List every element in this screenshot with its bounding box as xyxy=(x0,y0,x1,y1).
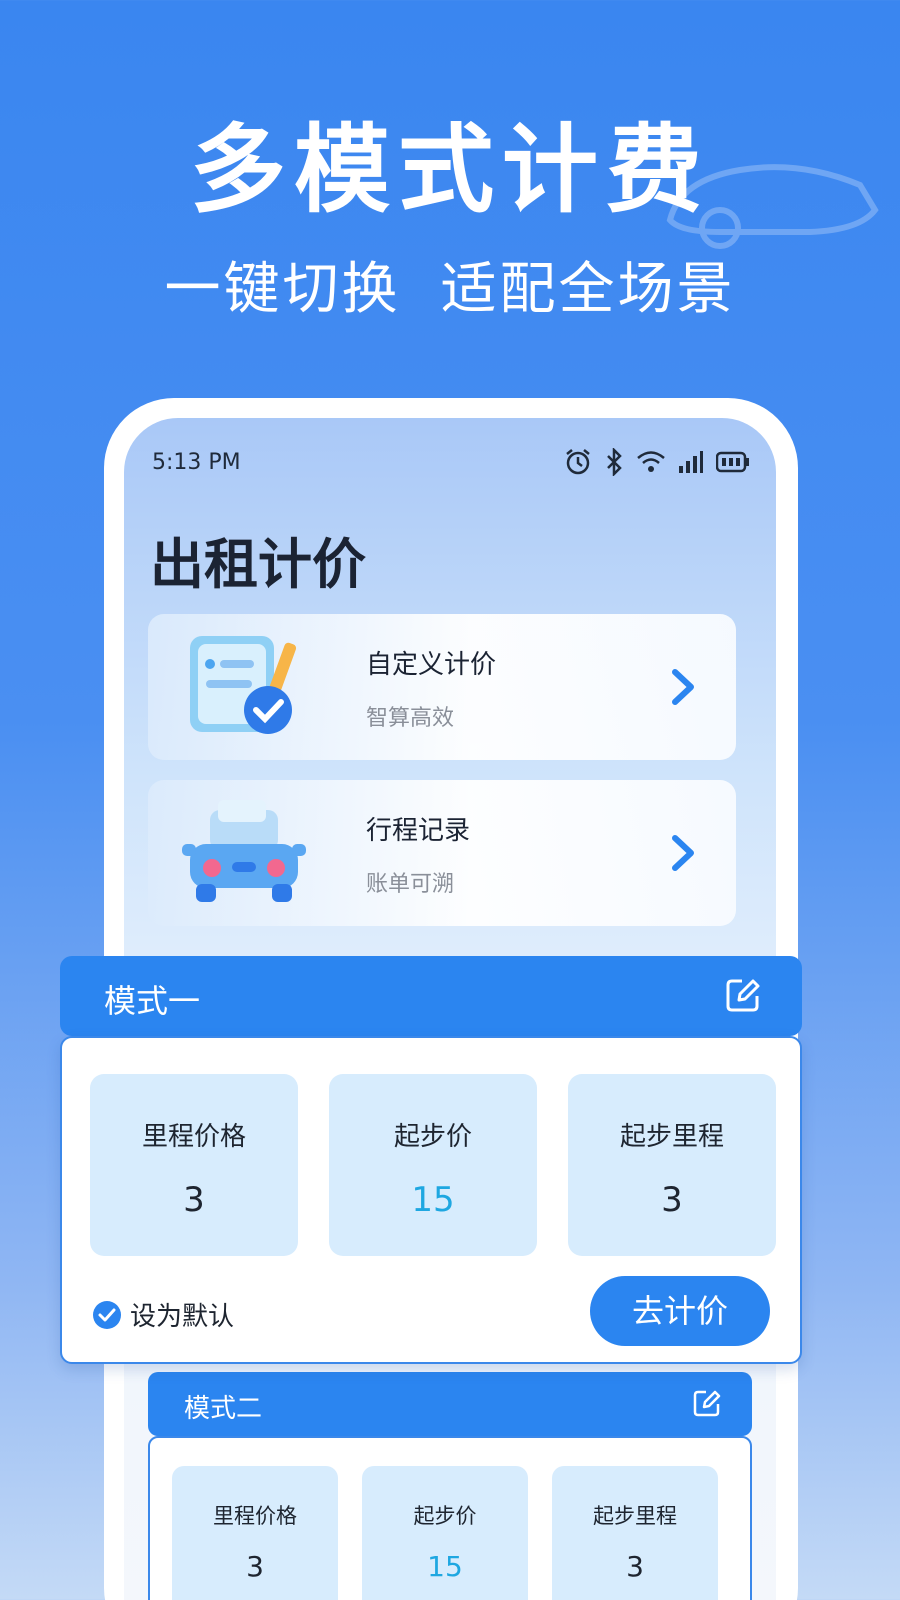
menu-item-title: 自定义计价 xyxy=(366,650,497,680)
tile-label: 里程价格 xyxy=(141,1122,246,1152)
tile-label: 起步价 xyxy=(413,1504,477,1528)
status-icons xyxy=(564,448,750,476)
edit-icon[interactable] xyxy=(692,1388,722,1418)
menu-item-subtitle: 智算高效 xyxy=(366,706,455,731)
starting-mileage-tile[interactable]: 起步里程 3 xyxy=(552,1466,718,1600)
car-icon xyxy=(182,800,306,902)
set-default-label: 设为默认 xyxy=(130,1302,235,1332)
menu-item-subtitle: 账单可溯 xyxy=(366,872,455,897)
chevron-right-icon xyxy=(672,835,694,871)
chevron-right-icon xyxy=(672,669,694,705)
tile-value: 15 xyxy=(427,1550,463,1583)
mode-two-body: 里程价格 3 起步价 15 起步里程 3 xyxy=(148,1436,752,1600)
tile-label: 里程价格 xyxy=(213,1504,297,1528)
tile-value: 3 xyxy=(183,1180,205,1220)
check-circle-icon xyxy=(93,1300,121,1329)
status-time: 5:13 PM xyxy=(152,449,241,475)
document-pencil-icon xyxy=(190,636,297,734)
menu-item-custom-pricing[interactable]: 自定义计价 智算高效 xyxy=(148,614,736,760)
promo-subline-right: 适配全场景 xyxy=(440,257,736,322)
status-bar: 5:13 PM xyxy=(152,442,750,482)
mode-one-header: 模式一 xyxy=(60,956,802,1036)
tile-label: 起步里程 xyxy=(593,1504,677,1528)
page-title: 出租计价 xyxy=(150,533,366,596)
bluetooth-icon xyxy=(607,448,622,476)
mode-one-label: 模式一 xyxy=(104,982,201,1020)
mileage-price-tile[interactable]: 里程价格 3 xyxy=(90,1074,298,1256)
battery-icon xyxy=(716,451,749,473)
mode-two-header: 模式二 xyxy=(148,1372,752,1436)
menu-item-trip-records[interactable]: 行程记录 账单可溯 xyxy=(148,780,736,926)
starting-price-tile[interactable]: 起步价 15 xyxy=(329,1074,537,1256)
tile-label: 起步里程 xyxy=(619,1122,724,1152)
mileage-price-tile[interactable]: 里程价格 3 xyxy=(172,1466,338,1600)
tile-value: 3 xyxy=(661,1180,683,1220)
tile-value: 15 xyxy=(411,1180,455,1220)
starting-price-tile[interactable]: 起步价 15 xyxy=(362,1466,528,1600)
mode-two-label: 模式二 xyxy=(184,1394,263,1424)
tile-value: 3 xyxy=(246,1550,264,1583)
wifi-icon xyxy=(637,451,665,472)
go-calculate-button[interactable]: 去计价 xyxy=(590,1276,770,1346)
mode-one-body: 里程价格 3 起步价 15 起步里程 3 设为默认 去计价 xyxy=(60,1036,802,1364)
promo-headline: 多模式计费 xyxy=(190,114,710,226)
promo-subline-left: 一键切换 xyxy=(164,257,401,322)
starting-mileage-tile[interactable]: 起步里程 3 xyxy=(568,1074,776,1256)
tile-label: 起步价 xyxy=(393,1122,472,1152)
alarm-icon xyxy=(566,449,590,475)
signal-icon xyxy=(679,451,703,473)
tile-value: 3 xyxy=(626,1550,644,1583)
menu-item-title: 行程记录 xyxy=(366,816,471,846)
set-default-checkbox[interactable]: 设为默认 xyxy=(92,1296,234,1333)
edit-icon[interactable] xyxy=(724,976,762,1014)
promo-subline: 一键切换 适配全场景 xyxy=(0,244,900,325)
